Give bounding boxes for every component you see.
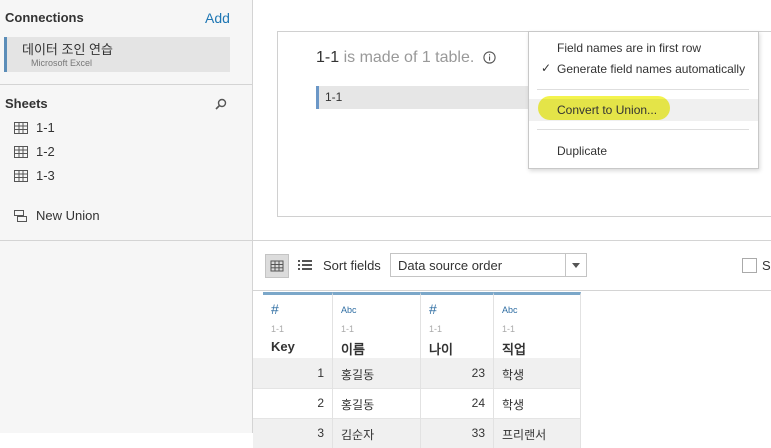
canvas-table-name: 1-1 [316,49,340,66]
column-name: 나이 [429,342,453,357]
sheet-item-label: 1-3 [36,168,55,183]
left-pane: Connections Add 데이터 조인 연습 Microsoft Exce… [0,0,253,240]
table-cell: 학생 [494,358,581,388]
sheet-item-1-2[interactable]: 1-2 [14,143,234,163]
table-cell: 1 [263,358,333,388]
column-header[interactable]: # 1-1 나이 [421,292,494,358]
menu-item-label: Duplicate [557,144,608,158]
table-cell: 김순자 [333,418,421,448]
add-connection-link[interactable]: Add [205,10,230,26]
menu-item-label: Field names are in first row [557,41,702,55]
connection-item[interactable]: 데이터 조인 연습 Microsoft Excel [4,37,230,72]
connections-title: Connections [5,10,84,25]
table-icon [14,169,28,183]
menu-item-convert-to-union[interactable]: Convert to Union... [529,99,758,121]
left-pane-bottom [0,240,253,433]
column-key: # 1-1 Key 1 2 3 [263,292,333,448]
table-icon [14,145,28,159]
column-header[interactable]: Abc 1-1 직업 [494,292,581,358]
divider [253,290,771,291]
table-cell: 3 [263,418,333,448]
canvas-made-of-text: is made of 1 table. [343,49,475,66]
connection-type: Microsoft Excel [31,58,93,68]
show-checkbox-label: S [762,258,771,273]
menu-item-generate-field-names[interactable]: ✓ Generate field names automatically [529,58,758,80]
union-icon [14,209,28,223]
new-union-item[interactable]: New Union [14,207,234,227]
table-cell: 학생 [494,388,581,418]
sheets-title: Sheets [5,96,48,111]
table-cell: 2 [263,388,333,418]
sheet-item-1-1[interactable]: 1-1 [14,119,234,139]
column-name: 직업 [502,342,526,357]
menu-item-label: Convert to Union... [557,103,658,117]
menu-item-label: Generate field names automatically [557,62,746,76]
canvas-title: 1-1 is made of 1 table. [316,49,496,69]
menu-item-duplicate[interactable]: Duplicate [529,140,758,162]
context-menu: Field names are in first row ✓ Generate … [528,31,759,169]
sort-fields-label: Sort fields [323,258,381,273]
column-name: 이름 [341,342,365,357]
show-checkbox[interactable] [742,258,757,273]
table-cell: 홍길동 [333,358,421,388]
menu-item-field-names-first-row[interactable]: Field names are in first row [529,37,758,59]
string-type-icon[interactable]: Abc [502,305,518,315]
info-icon[interactable] [483,51,496,69]
list-icon [298,260,312,270]
column-source: 1-1 [271,324,285,334]
menu-divider [537,129,749,130]
check-icon: ✓ [541,61,552,75]
string-type-icon[interactable]: Abc [341,305,357,315]
column-header[interactable]: Abc 1-1 이름 [333,292,421,358]
sheet-item-1-3[interactable]: 1-3 [14,167,234,187]
sheet-item-label: 1-1 [36,120,55,135]
table-cell: 프리랜서 [494,418,581,448]
new-union-label: New Union [36,208,100,223]
table-cell: 홍길동 [333,388,421,418]
table-cell: 33 [421,418,494,448]
column-source: 1-1 [502,324,516,334]
number-type-icon[interactable]: # [271,301,279,317]
table-cell: 23 [421,358,494,388]
chevron-down-icon[interactable] [565,254,586,276]
table-cell: 24 [421,388,494,418]
column-header[interactable]: # 1-1 Key [263,292,333,358]
list-view-button[interactable] [296,256,314,274]
sort-fields-select[interactable]: Data source order [390,253,587,277]
divider [0,84,252,85]
column-source: 1-1 [341,324,355,334]
sort-fields-value: Data source order [398,258,503,273]
column-name-1: Abc 1-1 이름 홍길동 홍길동 김순자 [333,292,421,448]
table-pill-label: 1-1 [325,90,343,104]
grid-icon [270,260,284,272]
search-icon[interactable] [214,97,228,111]
table-icon [14,121,28,135]
menu-divider [537,89,749,90]
column-name: Key [271,339,295,354]
column-source: 1-1 [429,324,443,334]
number-type-icon[interactable]: # [429,301,437,317]
divider [253,240,771,241]
sheet-item-label: 1-2 [36,144,55,159]
connection-name: 데이터 조인 연습 [22,42,113,57]
grid-view-button[interactable] [265,254,289,278]
column-age: # 1-1 나이 23 24 33 [421,292,494,448]
column-job: Abc 1-1 직업 학생 학생 프리랜서 [494,292,581,448]
